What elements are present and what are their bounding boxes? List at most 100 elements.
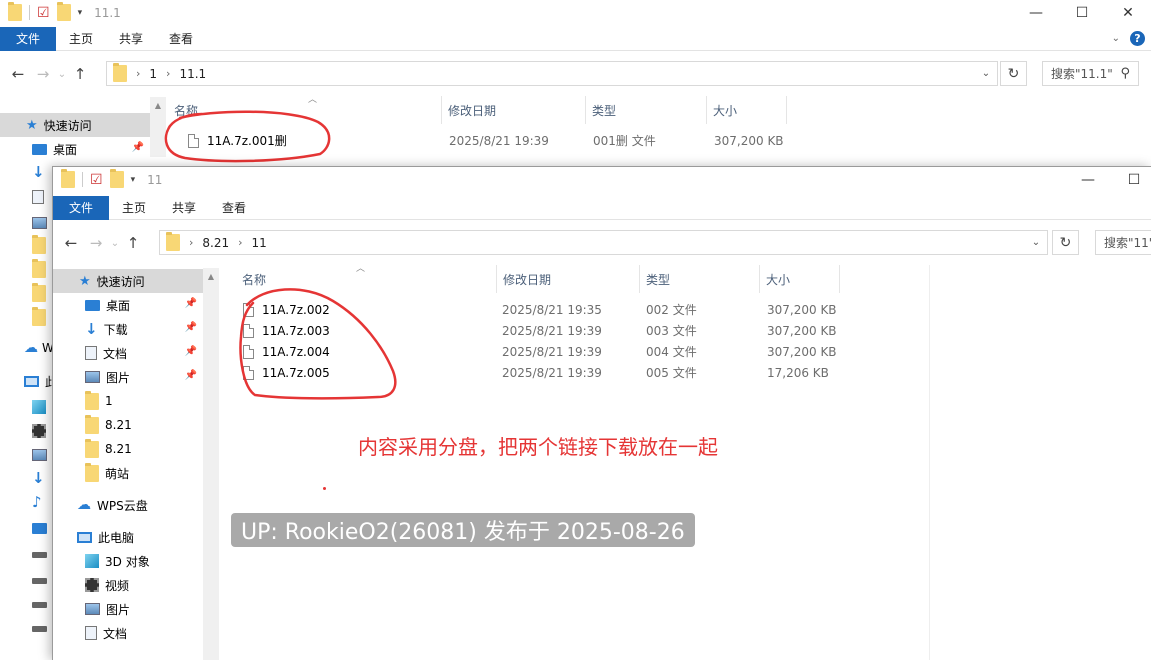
new-folder-icon[interactable] xyxy=(56,2,71,21)
recent-locations-chevron-icon[interactable]: ⌄ xyxy=(109,238,121,249)
table-row[interactable]: 11A.7z.001删 2025/8/21 19:39 001删 文件 307,… xyxy=(188,130,794,151)
back-arrow-icon[interactable]: ← xyxy=(61,234,81,252)
sidebar-item-folder-mengzhan[interactable]: 萌站 xyxy=(53,461,203,485)
column-header: 名称 ︿ 修改日期 类型 大小 xyxy=(168,95,787,124)
chevron-down-icon[interactable]: ⌄ xyxy=(975,62,997,85)
sidebar-item-videos[interactable]: 视频 xyxy=(53,573,203,597)
annotation-note: 内容采用分盘，把两个链接下载放在一起 xyxy=(358,435,718,459)
breadcrumb-item[interactable]: 11 xyxy=(252,236,267,250)
sidebar-item-wps-cloud[interactable]: ☁ WPS云盘 xyxy=(53,493,203,517)
column-name[interactable]: 名称 ︿ xyxy=(168,95,442,124)
tab-share[interactable]: 共享 xyxy=(106,27,156,51)
sidebar-item-quick-access[interactable]: ★ 快速访问 xyxy=(0,113,150,137)
table-row[interactable]: 11A.7z.002 2025/8/21 19:35 002 文件 307,20… xyxy=(243,299,847,320)
computer-icon xyxy=(77,531,92,543)
tab-share[interactable]: 共享 xyxy=(159,196,209,220)
scroll-up-icon[interactable]: ▲ xyxy=(150,97,166,113)
download-icon: ↓ xyxy=(85,320,98,338)
search-input[interactable]: 搜索"11" xyxy=(1095,230,1151,255)
expand-ribbon-icon[interactable]: ⌄ xyxy=(1112,33,1120,44)
minimize-button[interactable]: — xyxy=(1013,0,1059,25)
tab-view[interactable]: 查看 xyxy=(156,27,206,51)
folder-icon[interactable] xyxy=(8,2,22,21)
search-icon[interactable]: ⚲ xyxy=(1120,66,1130,81)
column-modified[interactable]: 修改日期 xyxy=(497,265,640,293)
pin-icon[interactable]: 📌 xyxy=(132,142,144,153)
sidebar-item-quick-access[interactable]: ★ 快速访问 xyxy=(53,269,203,293)
recent-locations-chevron-icon[interactable]: ⌄ xyxy=(56,69,68,80)
minimize-button[interactable]: — xyxy=(1065,167,1111,192)
file-size: 307,200 KB xyxy=(767,344,837,359)
pin-icon[interactable]: 📌 xyxy=(185,346,197,357)
customize-toolbar-icon[interactable]: ▾ xyxy=(78,8,83,18)
table-row[interactable]: 11A.7z.004 2025/8/21 19:39 004 文件 307,20… xyxy=(243,341,847,362)
new-folder-icon[interactable] xyxy=(109,169,124,188)
file-modified: 2025/8/21 19:39 xyxy=(449,133,549,148)
tab-file[interactable]: 文件 xyxy=(53,195,109,220)
sidebar-item-label: 1 xyxy=(105,394,113,408)
desktop-icon xyxy=(32,143,47,155)
forward-arrow-icon[interactable]: → xyxy=(86,234,106,252)
sidebar-item-desktop[interactable]: 桌面 📌 xyxy=(0,137,150,161)
tab-home[interactable]: 主页 xyxy=(109,196,159,220)
close-button[interactable]: ✕ xyxy=(1105,0,1151,25)
maximize-button[interactable]: ☐ xyxy=(1059,0,1105,25)
sidebar-item-documents[interactable]: 文档 📌 xyxy=(53,341,203,365)
sidebar-item-documents-pc[interactable]: 文档 xyxy=(53,621,203,645)
refresh-button[interactable]: ↻ xyxy=(1000,61,1027,86)
column-modified[interactable]: 修改日期 xyxy=(442,96,586,124)
sidebar-item-downloads[interactable]: ↓ 下载 📌 xyxy=(53,317,203,341)
address-bar[interactable]: › 1 › 11.1 ⌄ xyxy=(106,61,998,86)
sidebar-item-pictures-pc[interactable]: 图片 xyxy=(53,597,203,621)
cloud-icon: ☁ xyxy=(24,340,38,356)
folder-icon xyxy=(32,283,46,302)
maximize-button[interactable]: ☐ xyxy=(1111,167,1151,192)
nav-scrollbar[interactable]: ▲ xyxy=(150,97,166,157)
properties-icon[interactable]: ☑ xyxy=(37,5,50,21)
refresh-button[interactable]: ↻ xyxy=(1052,230,1079,255)
table-row[interactable]: 11A.7z.003 2025/8/21 19:39 003 文件 307,20… xyxy=(243,320,847,341)
search-placeholder: 搜索"11.1" xyxy=(1051,67,1113,81)
forward-arrow-icon[interactable]: → xyxy=(33,65,53,83)
tab-view[interactable]: 查看 xyxy=(209,196,259,220)
sidebar-item-folder-8-21[interactable]: 8.21 xyxy=(53,413,203,437)
sidebar-item-this-pc[interactable]: 此电脑 xyxy=(53,525,203,549)
column-size[interactable]: 大小 xyxy=(760,265,840,293)
column-name[interactable]: 名称 ︿ xyxy=(236,264,497,293)
sidebar-item-folder-8-21[interactable]: 8.21 xyxy=(53,437,203,461)
breadcrumb-item[interactable]: 8.21 xyxy=(202,236,229,250)
breadcrumb-separator-icon: › xyxy=(166,67,171,80)
pin-icon[interactable]: 📌 xyxy=(185,298,197,309)
breadcrumb-item[interactable]: 11.1 xyxy=(179,67,206,81)
chevron-down-icon[interactable]: ⌄ xyxy=(1025,231,1047,254)
breadcrumb-separator-icon: › xyxy=(238,236,243,249)
sidebar-item-3d-objects[interactable]: 3D 对象 xyxy=(53,549,203,573)
sidebar-item-pictures[interactable]: 图片 📌 xyxy=(53,365,203,389)
sidebar-item-label: 桌面 xyxy=(106,298,131,313)
pin-icon[interactable]: 📌 xyxy=(185,370,197,381)
nav-scrollbar[interactable]: ▲ xyxy=(203,268,219,660)
help-icon[interactable]: ? xyxy=(1130,31,1145,46)
column-type[interactable]: 类型 xyxy=(586,96,707,124)
properties-icon[interactable]: ☑ xyxy=(90,172,103,188)
back-arrow-icon[interactable]: ← xyxy=(8,65,28,83)
video-icon xyxy=(85,578,99,592)
table-row[interactable]: 11A.7z.005 2025/8/21 19:39 005 文件 17,206… xyxy=(243,362,847,383)
sidebar-item-wps-partial[interactable]: ☁ W xyxy=(24,340,54,356)
column-size[interactable]: 大小 xyxy=(707,96,787,124)
pin-icon[interactable]: 📌 xyxy=(185,322,197,333)
file-name: 11A.7z.003 xyxy=(262,323,330,338)
column-type[interactable]: 类型 xyxy=(640,265,760,293)
up-arrow-icon[interactable]: ↑ xyxy=(123,234,143,252)
address-bar[interactable]: › 8.21 › 11 ⌄ xyxy=(159,230,1048,255)
breadcrumb-item[interactable]: 1 xyxy=(149,67,157,81)
search-input[interactable]: 搜索"11.1" ⚲ xyxy=(1042,61,1139,86)
folder-icon[interactable] xyxy=(61,169,75,188)
scroll-up-icon[interactable]: ▲ xyxy=(203,268,219,284)
sidebar-item-folder-1[interactable]: 1 xyxy=(53,389,203,413)
tab-home[interactable]: 主页 xyxy=(56,27,106,51)
up-arrow-icon[interactable]: ↑ xyxy=(70,65,90,83)
tab-file[interactable]: 文件 xyxy=(0,26,56,51)
customize-toolbar-icon[interactable]: ▾ xyxy=(131,175,136,185)
sidebar-item-desktop[interactable]: 桌面 📌 xyxy=(53,293,203,317)
